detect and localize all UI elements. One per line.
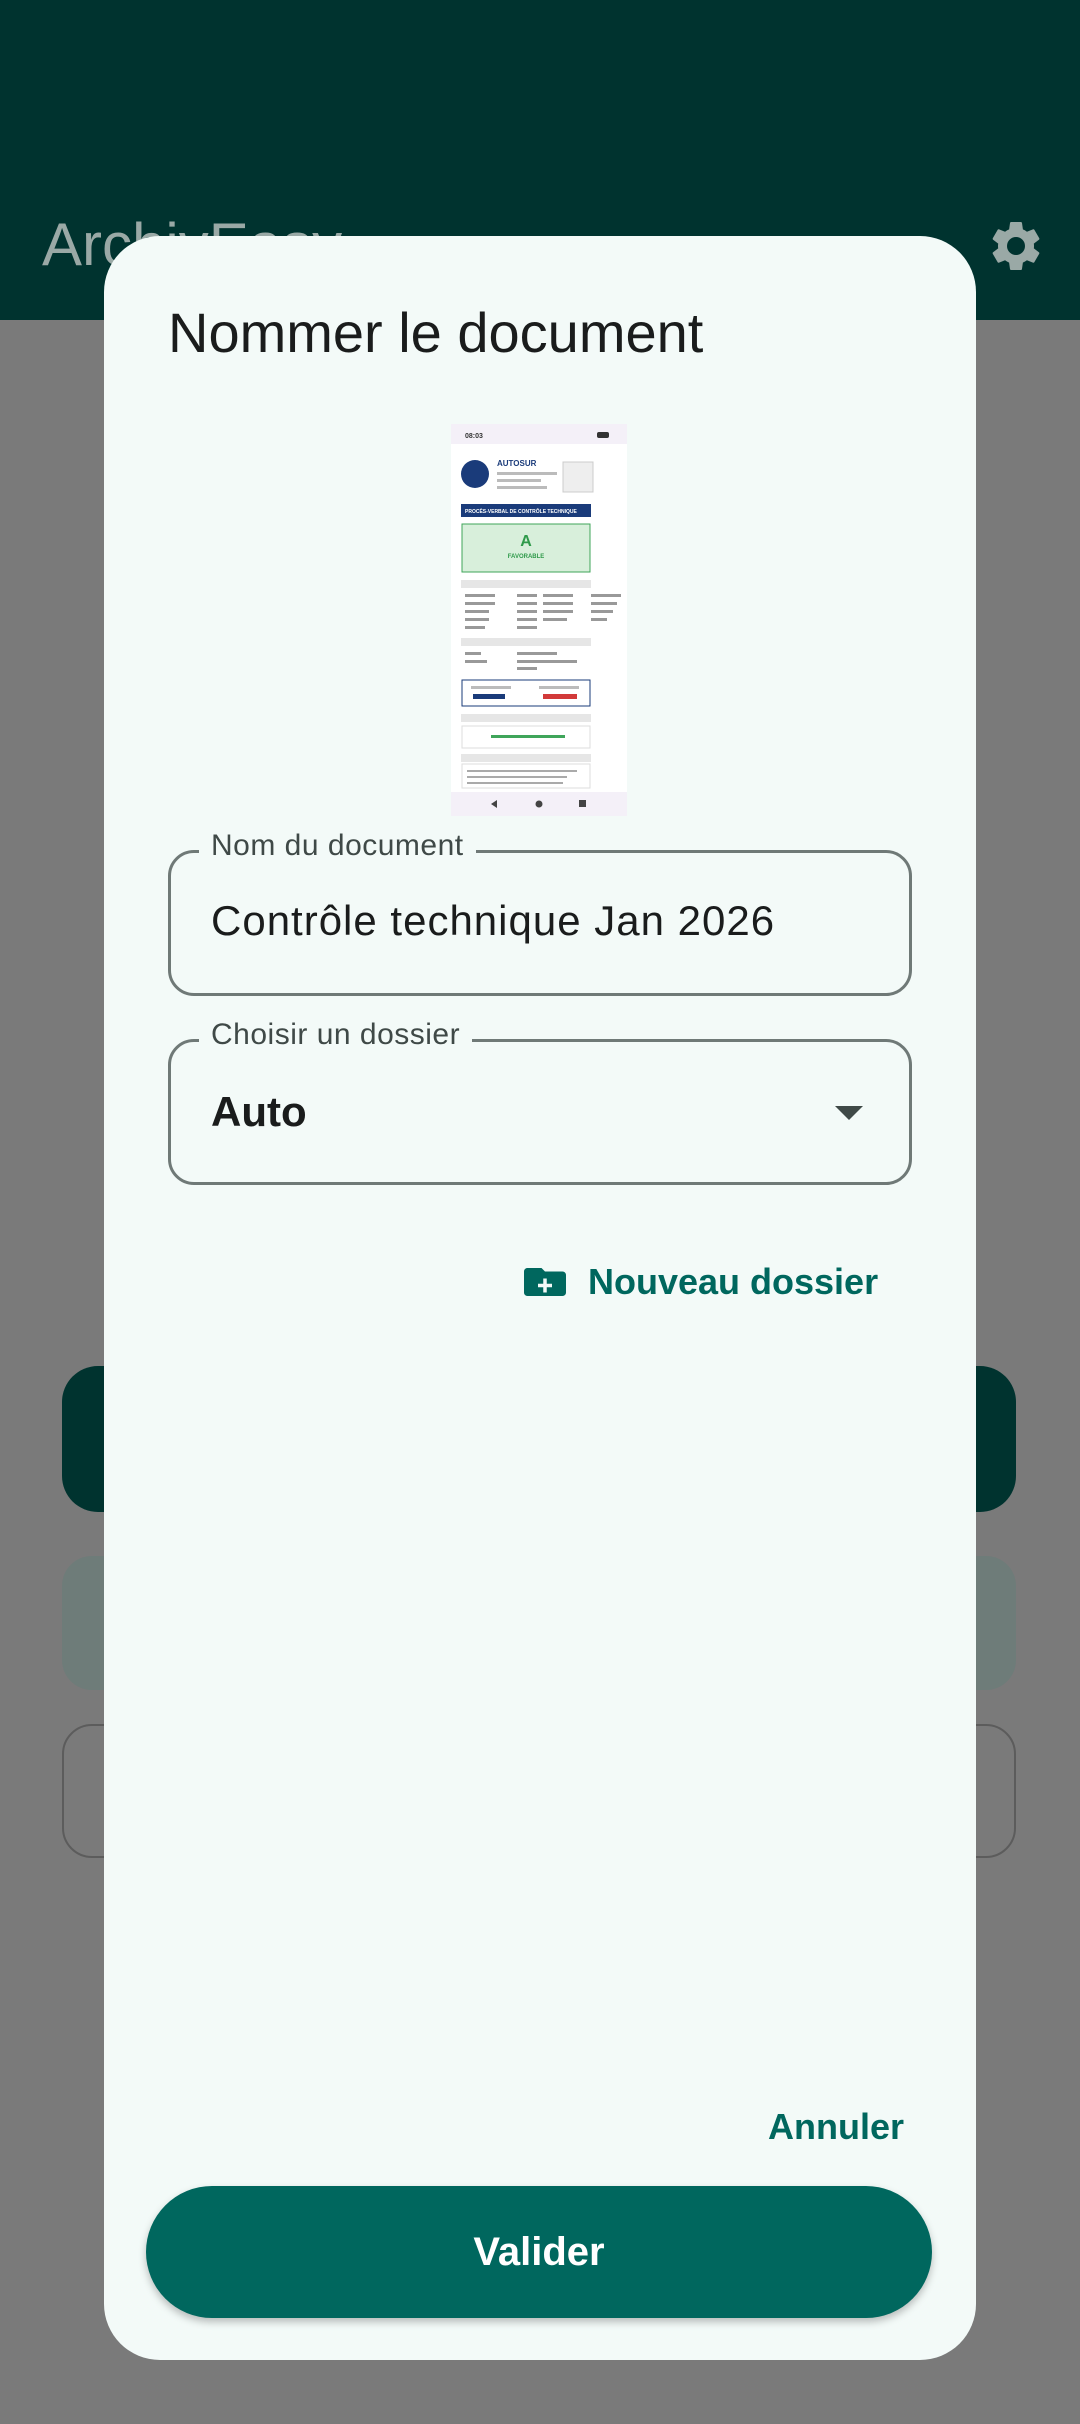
validate-label: Valider bbox=[473, 2229, 605, 2274]
folder-select[interactable]: Choisir un dossier Auto bbox=[168, 1018, 912, 1185]
document-name-field[interactable]: Nom du document Contrôle technique Jan 2… bbox=[168, 829, 912, 996]
thumb-time: 08:03 bbox=[465, 433, 483, 440]
folder-select-value: Auto bbox=[211, 1088, 307, 1135]
folder-select-label: Choisir un dossier bbox=[199, 1018, 473, 1052]
name-document-dialog: Nommer le document 08:03 AUTOSUR PROCÈS-… bbox=[104, 236, 976, 2360]
cancel-button[interactable]: Annuler bbox=[768, 2106, 904, 2148]
gear-icon[interactable] bbox=[986, 216, 1046, 276]
thumb-grade-label: FAVORABLE bbox=[508, 554, 545, 560]
dropdown-arrow-icon[interactable] bbox=[835, 1106, 863, 1120]
document-name-input[interactable]: Contrôle technique Jan 2026 bbox=[211, 897, 775, 945]
thumb-section-title: PROCÈS-VERBAL DE CONTRÔLE TECHNIQUE bbox=[465, 507, 578, 515]
thumb-header: AUTOSUR bbox=[497, 459, 537, 468]
validate-button[interactable]: Valider bbox=[146, 2186, 932, 2318]
create-folder-icon bbox=[524, 1268, 566, 1296]
document-thumbnail-image: 08:03 AUTOSUR PROCÈS-VERBAL DE CONTRÔLE … bbox=[451, 424, 627, 816]
new-folder-button[interactable]: Nouveau dossier bbox=[524, 1252, 878, 1312]
document-thumbnail: 08:03 AUTOSUR PROCÈS-VERBAL DE CONTRÔLE … bbox=[451, 424, 627, 816]
document-name-label: Nom du document bbox=[199, 829, 476, 863]
dialog-title: Nommer le document bbox=[168, 301, 704, 364]
new-folder-label: Nouveau dossier bbox=[588, 1261, 879, 1302]
thumb-grade: A bbox=[520, 533, 532, 550]
